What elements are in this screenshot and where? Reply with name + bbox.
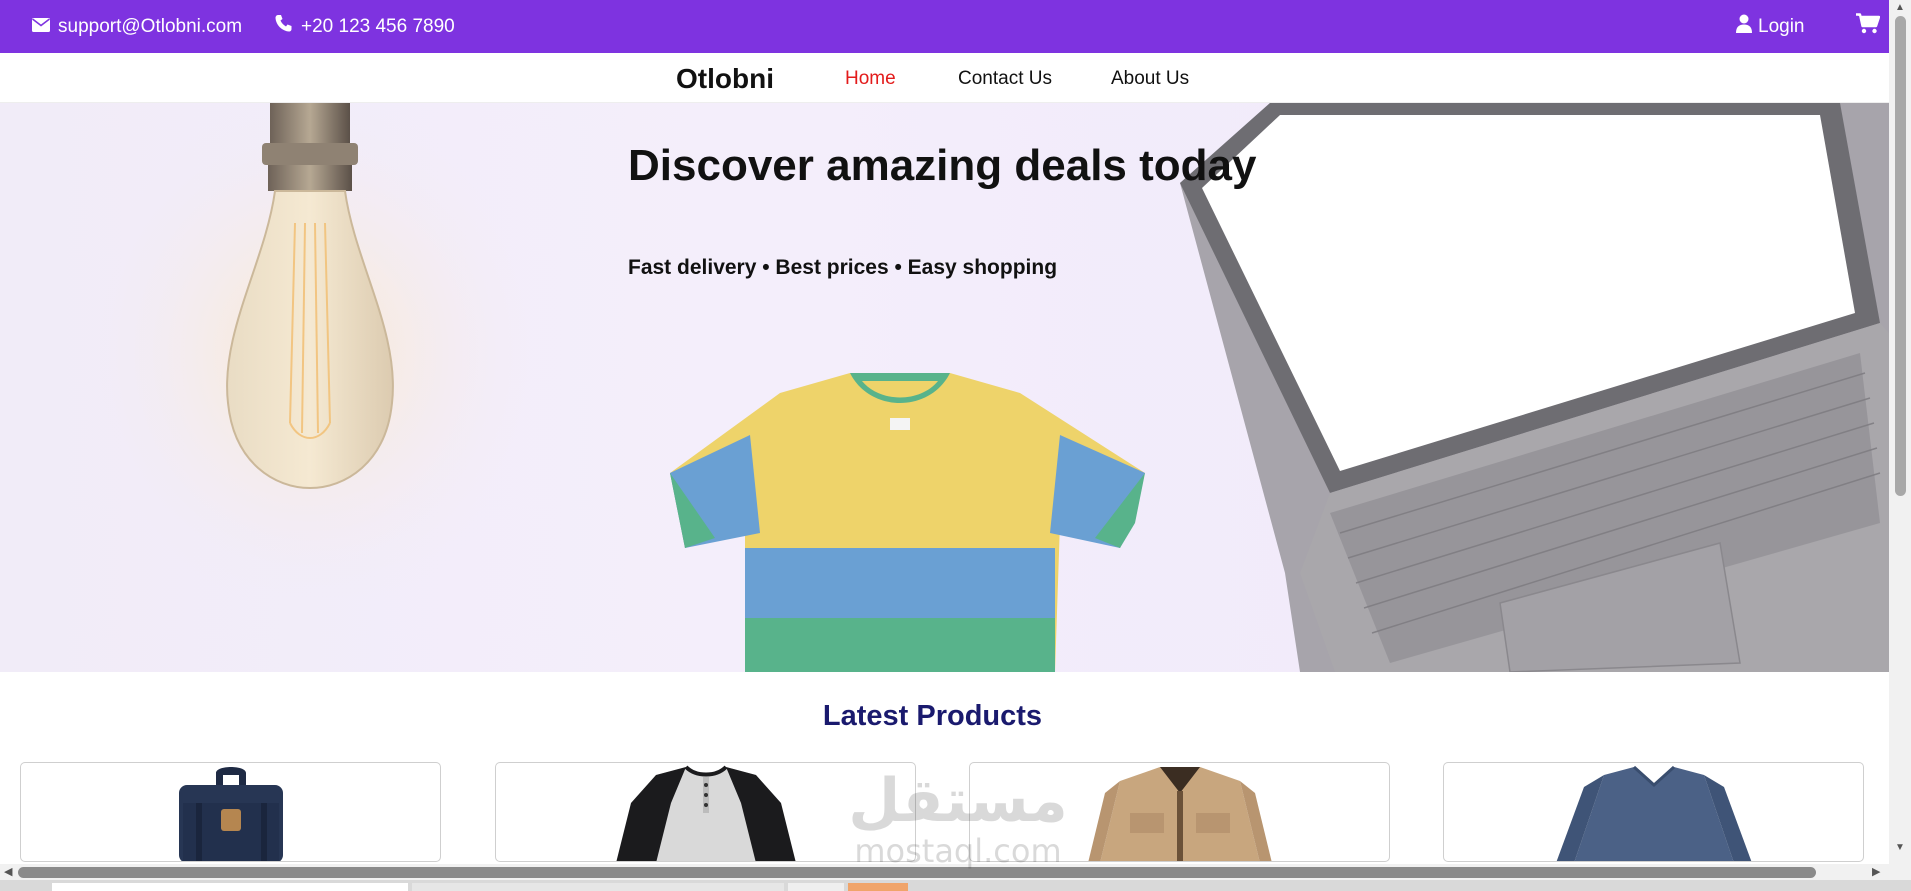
- phone-icon: [274, 14, 301, 39]
- product-card[interactable]: [969, 762, 1390, 862]
- cart-icon: [1856, 13, 1881, 40]
- scroll-right-icon[interactable]: ▶: [1872, 865, 1880, 878]
- support-email[interactable]: support@Otlobni.com: [32, 16, 242, 38]
- hero-banner: Discover amazing deals today Fast delive…: [0, 103, 1889, 672]
- strip-segment: [848, 883, 908, 891]
- scrollbar-corner: [1889, 864, 1911, 880]
- support-phone[interactable]: +20 123 456 7890: [274, 14, 455, 39]
- scroll-up-icon[interactable]: ▲: [1895, 2, 1905, 13]
- product-card[interactable]: [20, 762, 441, 862]
- support-phone-text: +20 123 456 7890: [301, 15, 455, 37]
- cart-button[interactable]: [1856, 13, 1881, 40]
- user-icon: [1736, 14, 1758, 39]
- product-card[interactable]: [495, 762, 916, 862]
- nav-contact-us[interactable]: Contact Us: [958, 68, 1052, 90]
- hero-title: Discover amazing deals today: [628, 141, 1257, 190]
- vertical-scroll-thumb[interactable]: [1895, 16, 1906, 496]
- envelope-icon: [32, 16, 58, 38]
- bulb-socket: [270, 103, 350, 143]
- scroll-left-icon[interactable]: ◀: [4, 865, 12, 878]
- hero-subtitle: Fast delivery • Best prices • Easy shopp…: [628, 256, 1058, 279]
- strip-segment: [788, 883, 844, 891]
- login-button[interactable]: Login: [1736, 14, 1805, 39]
- vertical-scrollbar[interactable]: ▲ ▼: [1889, 0, 1911, 864]
- horizontal-scroll-thumb[interactable]: [18, 867, 1816, 878]
- support-email-text: support@Otlobni.com: [58, 15, 243, 37]
- strip-segment: [412, 883, 784, 891]
- sweater-image: [1556, 765, 1752, 861]
- bottom-strip: [0, 880, 1911, 891]
- nav-about-us[interactable]: About Us: [1111, 68, 1189, 90]
- strip-segment: [52, 883, 408, 891]
- latest-products-title: Latest Products: [822, 700, 1043, 732]
- login-label: Login: [1758, 15, 1805, 37]
- main-navbar: Otlobni Home Contact Us About Us: [0, 53, 1889, 103]
- jacket-image: [1088, 767, 1272, 861]
- horizontal-scrollbar[interactable]: ◀ ▶: [0, 864, 1889, 880]
- brand-logo[interactable]: Otlobni: [676, 63, 774, 95]
- scroll-down-icon[interactable]: ▼: [1895, 842, 1905, 853]
- product-card[interactable]: [1443, 762, 1864, 862]
- nav-home[interactable]: Home: [845, 68, 896, 90]
- raglan-shirt-image: [616, 765, 796, 861]
- backpack-image: [179, 767, 283, 861]
- top-bar: support@Otlobni.com +20 123 456 7890 Log…: [0, 0, 1889, 53]
